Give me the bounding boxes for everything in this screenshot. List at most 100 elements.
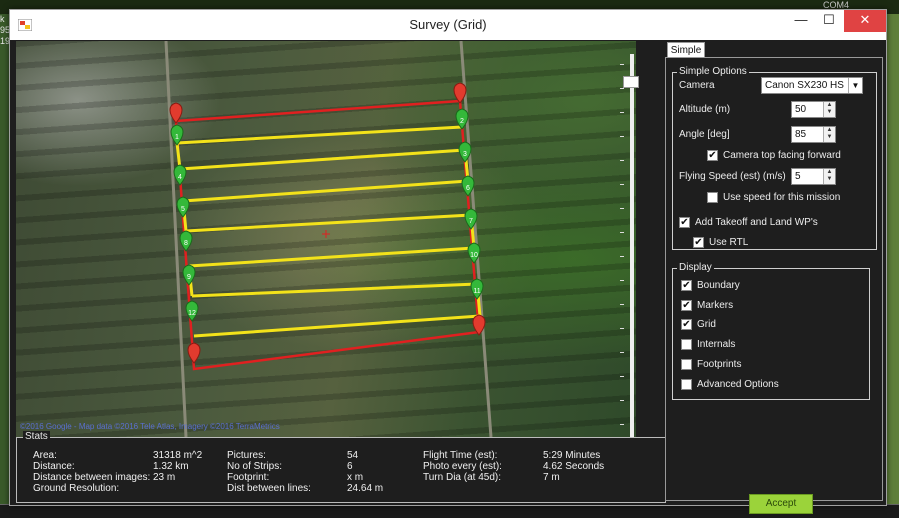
stats-group: Stats Area: 31318 m^2 Distance: 1.32 km … [16, 431, 666, 503]
camera-top-label: Camera top facing forward [723, 150, 841, 161]
flying-speed-value: 5 [795, 171, 801, 182]
takeoff-land-checkbox[interactable]: ✔ [679, 217, 690, 228]
map-attribution: ©2016 Google - Map data ©2016 Tele Atlas… [20, 422, 280, 431]
tab-simple[interactable]: Simple [667, 42, 705, 58]
flying-speed-label: Flying Speed (est) (m/s) [679, 171, 786, 182]
road [459, 41, 493, 437]
waypoint-label: 10 [470, 252, 478, 259]
camera-select-value: Canon SX230 HS [765, 80, 844, 91]
down-arrow-icon[interactable]: ▼ [824, 109, 835, 116]
down-arrow-icon[interactable]: ▼ [824, 176, 835, 183]
angle-stepper[interactable]: 85 ▲ ▼ [791, 126, 836, 143]
photo-every-label: Photo every (est): [423, 461, 502, 472]
tab-page-simple: Simple Options Camera Canon SX230 HS ▼ A… [665, 57, 883, 514]
waypoint-label: 5 [181, 206, 185, 213]
zoom-tick [620, 280, 624, 281]
photo-every-value: 4.62 Seconds [543, 461, 605, 472]
survey-overlay: 1 2 3 4 5 6 7 8 9 10 11 12 [164, 41, 493, 437]
zoom-tick [620, 64, 624, 65]
zoom-tick [620, 352, 624, 353]
use-speed-label: Use speed for this mission [723, 192, 841, 203]
map-view[interactable]: 1 2 3 4 5 6 7 8 9 10 11 12 ©2016 Google … [16, 41, 636, 437]
footprint-value: x m [347, 472, 364, 483]
zoom-tick [620, 256, 624, 257]
land-marker[interactable] [187, 342, 201, 364]
survey-grid-window: Survey (Grid) — ☐ ✕ 1 2 3 4 5 6 7 8 9 10… [9, 9, 887, 514]
angle-spin-buttons[interactable]: ▲ ▼ [823, 127, 835, 142]
internals-checkbox[interactable] [681, 339, 692, 350]
stats-legend: Stats [23, 431, 50, 442]
angle-value: 85 [795, 129, 807, 140]
camera-top-checkbox[interactable]: ✔ [707, 150, 718, 161]
markers-label: Markers [697, 300, 734, 311]
simple-options-legend: Simple Options [677, 66, 749, 77]
flight-time-label: Flight Time (est): [423, 450, 498, 461]
display-group: Display ✔ Boundary ✔ Markers ✔ Grid Inte… [672, 262, 870, 400]
dist-images-value: 23 m [153, 472, 176, 483]
zoom-tick [620, 136, 624, 137]
waypoint-label: 9 [187, 274, 191, 281]
camera-select[interactable]: Canon SX230 HS ▼ [761, 77, 863, 94]
zoom-track[interactable] [630, 54, 634, 438]
altitude-spin-buttons[interactable]: ▲ ▼ [823, 102, 835, 117]
waypoint-label: 3 [463, 151, 467, 158]
zoom-slider[interactable] [618, 54, 646, 438]
grid-line [185, 213, 472, 233]
up-arrow-icon[interactable]: ▲ [824, 102, 835, 109]
minimize-button[interactable]: — [786, 10, 816, 32]
dist-lines-label: Dist between lines: [227, 483, 311, 494]
strips-value: 6 [347, 461, 353, 472]
grid-label: Grid [697, 319, 716, 330]
area-label: Area: [33, 450, 57, 461]
altitude-label: Altitude (m) [679, 104, 731, 115]
use-rtl-checkbox[interactable]: ✔ [693, 237, 704, 248]
area-value: 31318 m^2 [153, 450, 203, 461]
up-arrow-icon[interactable]: ▲ [824, 169, 835, 176]
markers-checkbox[interactable]: ✔ [681, 300, 692, 311]
down-arrow-icon[interactable]: ▼ [824, 134, 835, 141]
pictures-label: Pictures: [227, 450, 266, 461]
waypoint-label: 8 [184, 240, 188, 247]
footprints-label: Footprints [697, 359, 742, 370]
title-bar[interactable]: Survey (Grid) — ☐ ✕ [10, 10, 886, 40]
options-panel: Simple Simple Options Camera Canon SX230… [665, 41, 883, 514]
waypoint-label: 1 [175, 134, 179, 141]
zoom-tick [620, 184, 624, 185]
grid-checkbox[interactable]: ✔ [681, 319, 692, 330]
chevron-down-icon[interactable]: ▼ [848, 78, 862, 93]
advanced-options-checkbox[interactable] [681, 379, 692, 390]
advanced-options-label: Advanced Options [697, 379, 779, 390]
flight-time-value: 5:29 Minutes [543, 450, 601, 461]
waypoint-label: 11 [473, 288, 480, 295]
waypoint-label: 7 [469, 218, 473, 225]
maximize-button[interactable]: ☐ [814, 10, 844, 32]
altitude-stepper[interactable]: 50 ▲ ▼ [791, 101, 836, 118]
zoom-tick [620, 88, 624, 89]
waypoint-label: 6 [466, 185, 470, 192]
zoom-tick [620, 112, 624, 113]
flying-speed-stepper[interactable]: 5 ▲ ▼ [791, 168, 836, 185]
ground-res-label: Ground Resolution: [33, 483, 120, 494]
zoom-tick [620, 424, 624, 425]
close-button[interactable]: ✕ [844, 10, 886, 32]
accept-button[interactable]: Accept [749, 494, 813, 514]
boundary-checkbox[interactable]: ✔ [681, 280, 692, 291]
window-title: Survey (Grid) [409, 17, 487, 32]
up-arrow-icon[interactable]: ▲ [824, 127, 835, 134]
use-speed-checkbox[interactable] [707, 192, 718, 203]
takeoff-land-label: Add Takeoff and Land WP's [695, 217, 818, 228]
footprints-checkbox[interactable] [681, 359, 692, 370]
zoom-thumb[interactable] [623, 76, 639, 88]
altitude-value: 50 [795, 104, 807, 115]
grid-line [193, 314, 481, 338]
simple-options-group: Simple Options Camera Canon SX230 HS ▼ A… [672, 66, 877, 250]
dist-lines-value: 24.64 m [347, 483, 384, 494]
grid-line [179, 148, 466, 171]
zoom-tick [620, 160, 624, 161]
internals-label: Internals [697, 339, 736, 350]
turn-dia-value: 7 m [543, 472, 560, 483]
boundary-label: Boundary [697, 280, 740, 291]
waypoint-label: 12 [188, 310, 196, 317]
flying-speed-spin-buttons[interactable]: ▲ ▼ [823, 169, 835, 184]
zoom-tick [620, 304, 624, 305]
